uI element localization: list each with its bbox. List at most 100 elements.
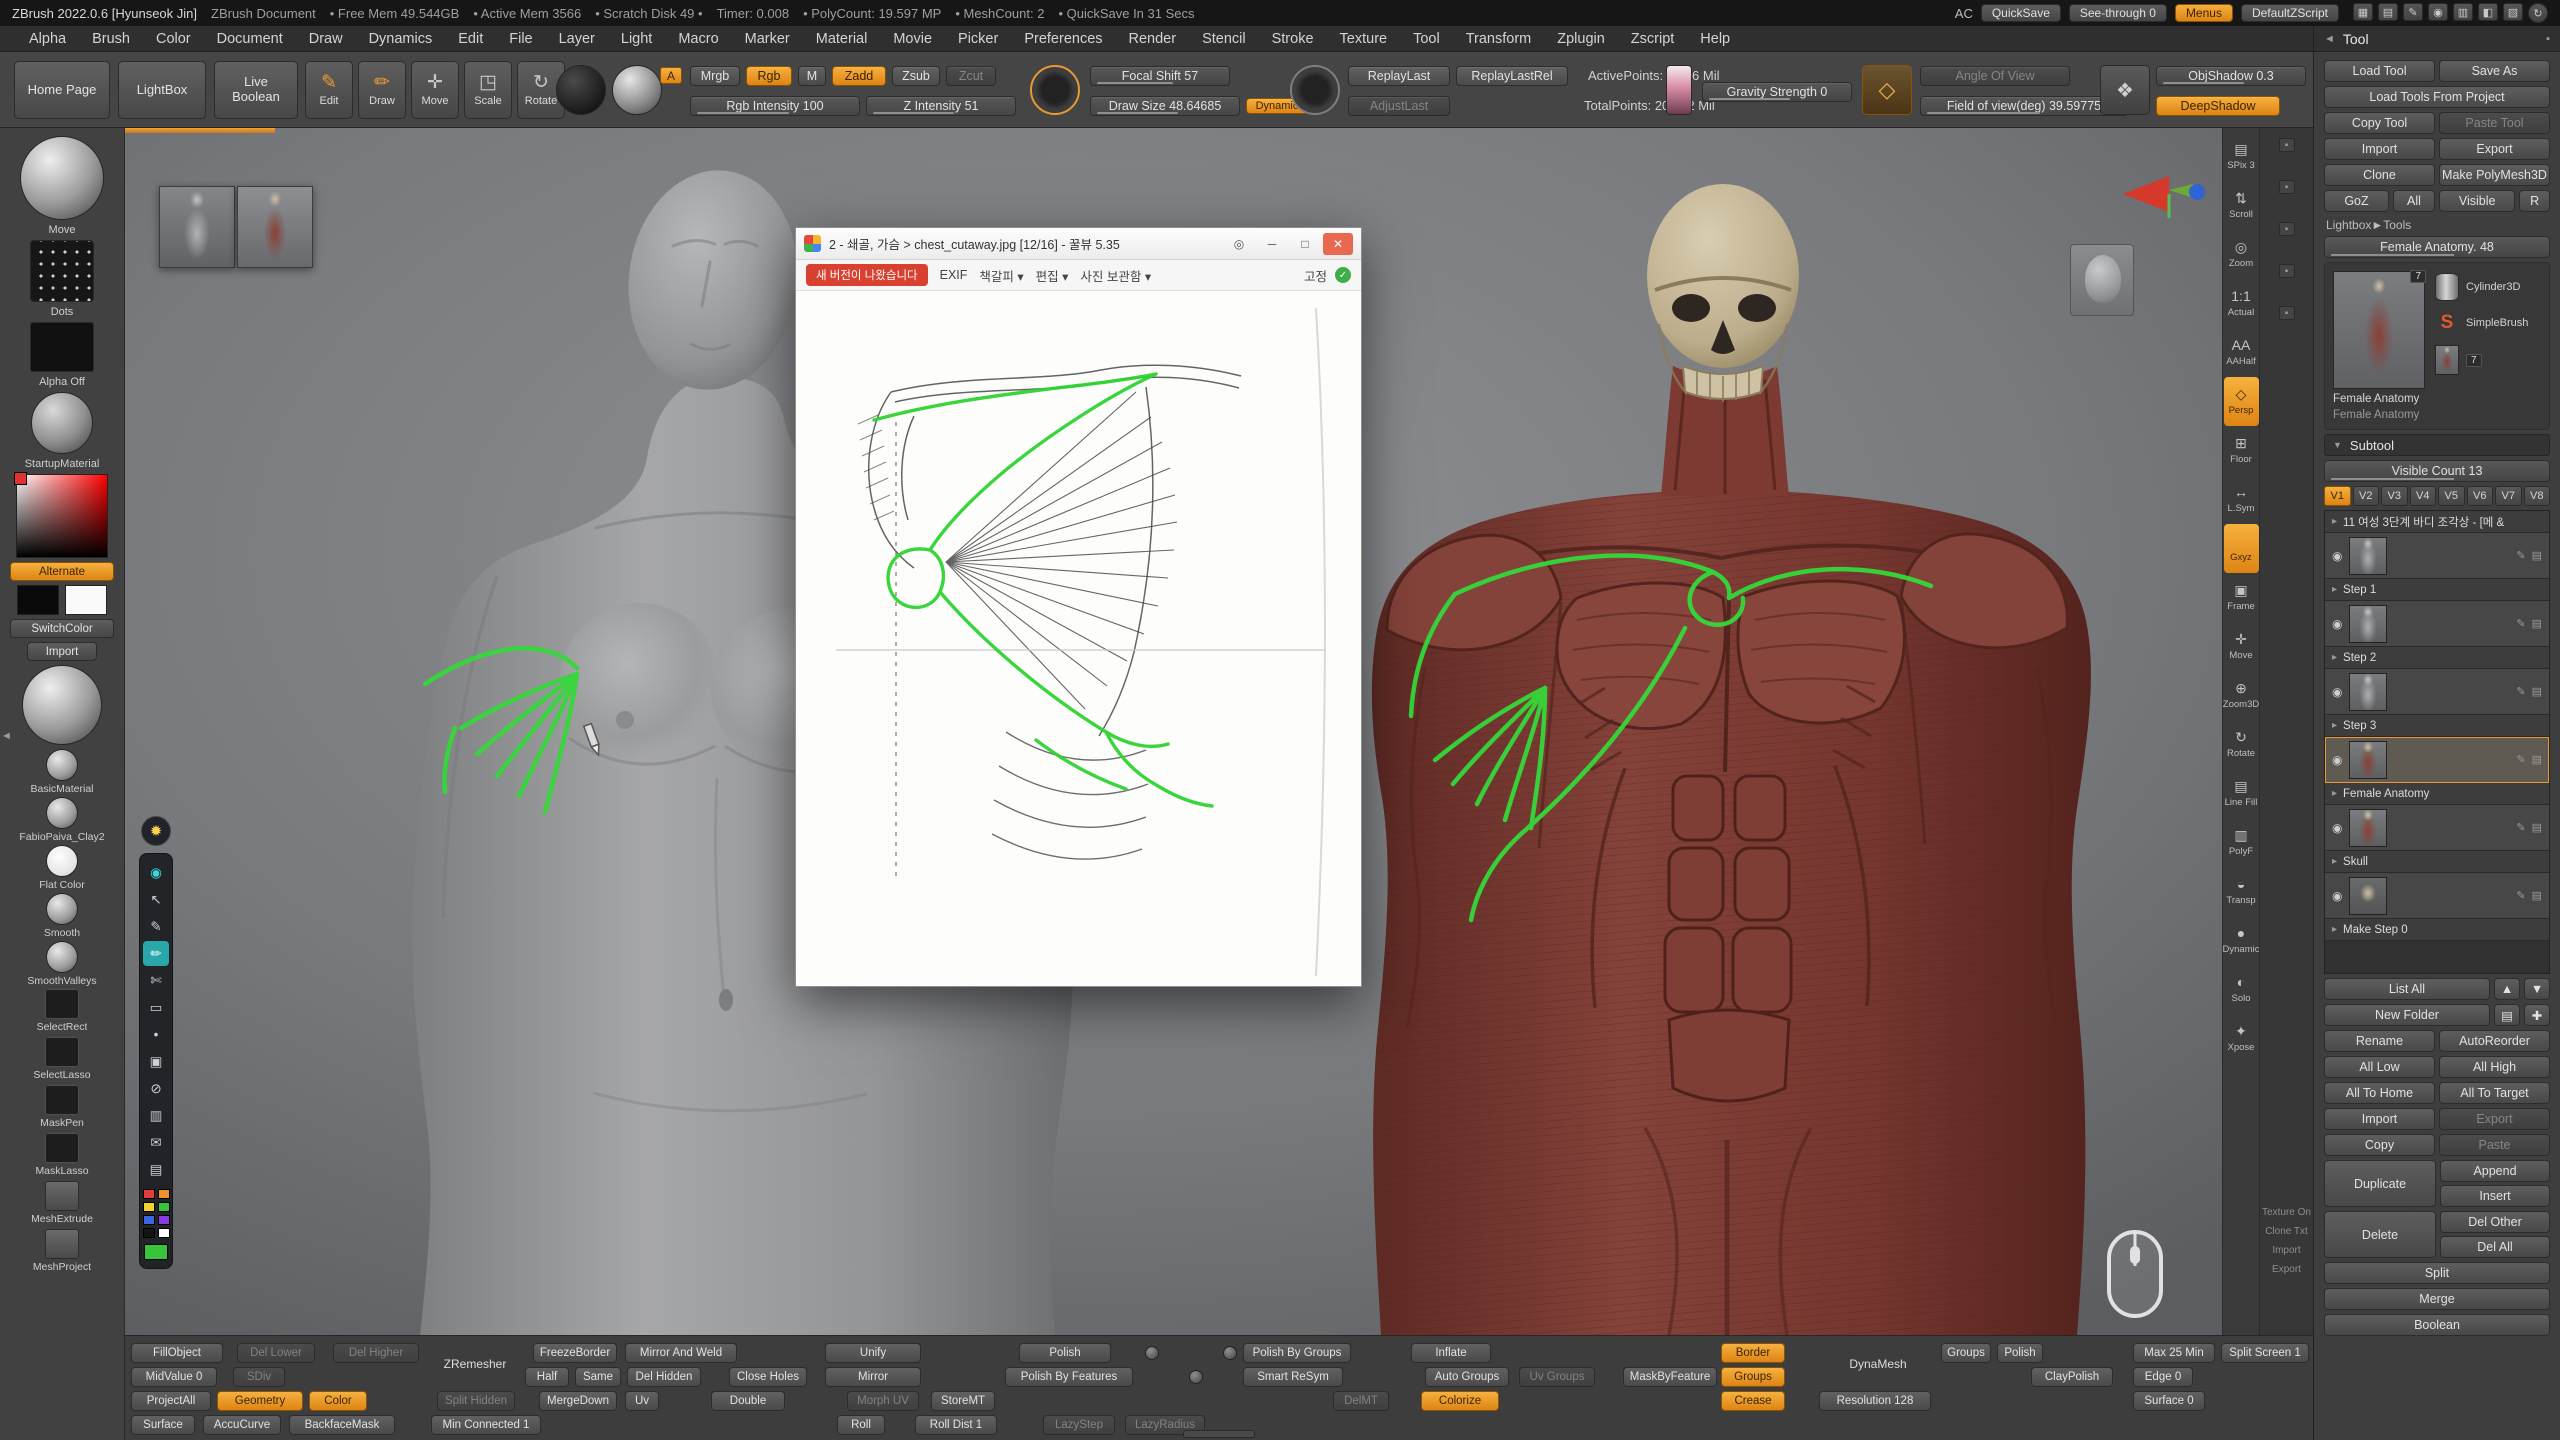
live-boolean-button[interactable]: Live Boolean — [214, 61, 298, 119]
bottom-button[interactable]: AccuCurve — [203, 1415, 281, 1435]
rotate-canvas-button[interactable]: ↻ Rotate — [2224, 720, 2259, 769]
reference-thumbnail-gray[interactable] — [159, 186, 235, 268]
visible-count-slider[interactable]: Visible Count 13 — [2324, 460, 2550, 482]
bottom-button[interactable]: StoreMT — [931, 1391, 995, 1411]
quick-brush-item[interactable]: MeshExtrude — [31, 1181, 93, 1228]
menu-item[interactable]: Tool — [1402, 29, 1451, 49]
local-symmetry-button[interactable]: ↔ L.Sym — [2224, 475, 2259, 524]
subtool-folder[interactable]: ▸Step 2 — [2325, 647, 2549, 669]
menu-item[interactable]: Preferences — [1013, 29, 1113, 49]
bottom-button[interactable]: Polish — [1997, 1343, 2043, 1363]
subtool-export-button[interactable]: Export — [2439, 1108, 2550, 1130]
tray-slot-icon[interactable]: ▪ — [2279, 180, 2295, 194]
menu-item[interactable]: Light — [610, 29, 663, 49]
make-polymesh3d-button[interactable]: Make PolyMesh3D — [2439, 164, 2550, 186]
palette-icon[interactable]: ▥ — [2453, 3, 2473, 21]
subtool-version-tab[interactable]: V1 — [2324, 486, 2351, 506]
clone-button[interactable]: Clone — [2324, 164, 2435, 186]
ui-layout-icon[interactable]: ▦ — [2353, 3, 2373, 21]
cursor-icon[interactable]: ↖ — [143, 887, 169, 912]
autoreorder-button[interactable]: AutoReorder — [2439, 1030, 2550, 1052]
quick-brush-item[interactable]: SmoothValleys — [27, 941, 96, 988]
tray-slot-icon[interactable]: ▪ — [2279, 222, 2295, 236]
bottom-button[interactable]: BackfaceMask — [289, 1415, 395, 1435]
tray-slot-icon[interactable]: ▪ — [2279, 264, 2295, 278]
swatch-red[interactable] — [143, 1189, 155, 1199]
lightbox-button[interactable]: LightBox — [118, 61, 206, 119]
minimize-button[interactable]: ─ — [1257, 233, 1287, 255]
draw-size-slider[interactable]: Draw Size 48.64685 — [1090, 96, 1240, 116]
material-preview-icon[interactable] — [612, 65, 662, 115]
eye-icon[interactable]: ◉ — [2332, 889, 2342, 903]
menu-item[interactable]: Marker — [734, 29, 801, 49]
bottom-button[interactable]: Mirror — [825, 1367, 921, 1387]
bottom-button[interactable]: Roll Dist 1 — [915, 1415, 997, 1435]
rgb-button[interactable]: Rgb — [746, 66, 792, 86]
bottom-button[interactable]: Smart ReSym — [1243, 1367, 1343, 1387]
camera-gizmo[interactable] — [2117, 168, 2207, 220]
bottom-button[interactable]: Del Hidden — [627, 1367, 701, 1387]
load-tools-from-project-button[interactable]: Load Tools From Project — [2324, 86, 2550, 108]
stroke-type-thumb[interactable] — [30, 240, 94, 302]
bookmark-menu[interactable]: 책갈피 ▾ — [979, 266, 1023, 285]
bottom-button[interactable]: Max 25 Min — [2133, 1343, 2215, 1363]
gxyz-button[interactable]: Gxyz — [2224, 524, 2259, 573]
maximize-button[interactable]: □ — [1290, 233, 1320, 255]
replay-last-button[interactable]: ReplayLast — [1348, 66, 1450, 86]
bottom-button[interactable]: Polish By Groups — [1243, 1343, 1351, 1363]
polyframe-button[interactable]: ▥ PolyF — [2224, 818, 2259, 867]
shade-icon[interactable]: ▧ — [2503, 3, 2523, 21]
menu-item[interactable]: Texture — [1329, 29, 1399, 49]
floor-button[interactable]: ⊞ Floor — [2224, 426, 2259, 475]
replay-last-rel-button[interactable]: ReplayLastRel — [1456, 66, 1568, 86]
goz-button[interactable]: GoZ — [2324, 190, 2389, 212]
subtool-paste-button[interactable]: Paste — [2439, 1134, 2550, 1156]
subtool-header[interactable]: ▼ Subtool — [2324, 434, 2550, 456]
swatch-orange[interactable] — [158, 1189, 170, 1199]
rgb-intensity-slider[interactable]: Rgb Intensity 100 — [690, 96, 860, 116]
document-canvas[interactable]: ✹ ◉↖✎✏✄▭•▣⊘▥✉▤ 2 - 쇄골, 가슴 > che — [125, 128, 2222, 1335]
menu-item[interactable]: Transform — [1455, 29, 1543, 49]
new-folder-button[interactable]: New Folder — [2324, 1004, 2490, 1026]
bottom-button[interactable]: Same — [575, 1367, 621, 1387]
perspective-icon[interactable]: ◇ — [1862, 65, 1912, 115]
bottom-button[interactable]: Min Connected 1 — [431, 1415, 541, 1435]
aahalf-button[interactable]: AA AAHalf — [2224, 328, 2259, 377]
lightbox-divider[interactable] — [125, 128, 275, 133]
list-all-button[interactable]: List All — [2324, 978, 2490, 1000]
bottom-button[interactable]: Crease — [1721, 1391, 1785, 1411]
color-picker[interactable] — [16, 474, 108, 558]
tool-item-simplebrush[interactable]: S SimpleBrush — [2435, 309, 2541, 337]
bottom-button[interactable]: Mirror And Weld — [625, 1343, 737, 1363]
note-icon[interactable]: ✉ — [143, 1130, 169, 1155]
subtool-version-tab[interactable]: V7 — [2495, 486, 2522, 506]
image-viewer-window[interactable]: 2 - 쇄골, 가슴 > chest_cutaway.jpg [12/16] -… — [795, 227, 1362, 987]
clear-icon[interactable]: ⊘ — [143, 1076, 169, 1101]
folder-add-button[interactable]: ✚ — [2524, 1004, 2550, 1026]
subtool-version-tab[interactable]: V6 — [2467, 486, 2494, 506]
angle-of-view-slider[interactable]: Angle Of View — [1920, 66, 2070, 86]
quick-brush-item[interactable]: Flat Color — [39, 845, 85, 892]
current-brush-thumb[interactable] — [20, 136, 104, 220]
stroke-preview-icon[interactable] — [556, 65, 606, 115]
draw-mode-button[interactable]: ✏ Draw — [358, 61, 406, 119]
subtool-folder[interactable]: ▸Female Anatomy — [2325, 783, 2549, 805]
bottom-button[interactable]: Colorize — [1421, 1391, 1499, 1411]
pencil-icon[interactable]: ✏ — [143, 941, 169, 966]
bottom-button[interactable]: Groups — [1941, 1343, 1991, 1363]
menu-item[interactable]: Edit — [447, 29, 494, 49]
cut-icon[interactable]: ✄ — [143, 968, 169, 993]
pen-icon[interactable]: ✎ — [143, 914, 169, 939]
texture-palette-button[interactable]: Texture On — [2262, 1207, 2311, 1218]
adjust-last-button[interactable]: AdjustLast — [1348, 96, 1450, 116]
bottom-button[interactable]: Morph UV — [847, 1391, 919, 1411]
all-low-button[interactable]: All Low — [2324, 1056, 2435, 1078]
alternate-button[interactable]: Alternate — [10, 562, 114, 581]
quick-brush-item[interactable]: MaskPen — [40, 1085, 84, 1132]
swatch-black[interactable] — [143, 1228, 155, 1238]
tray-drag-handle[interactable] — [1183, 1430, 1255, 1438]
move-canvas-button[interactable]: ✛ Move — [2224, 622, 2259, 671]
m-button[interactable]: M — [798, 66, 826, 86]
menu-item[interactable]: Render — [1118, 29, 1188, 49]
actual-button[interactable]: 1:1 Actual — [2224, 279, 2259, 328]
